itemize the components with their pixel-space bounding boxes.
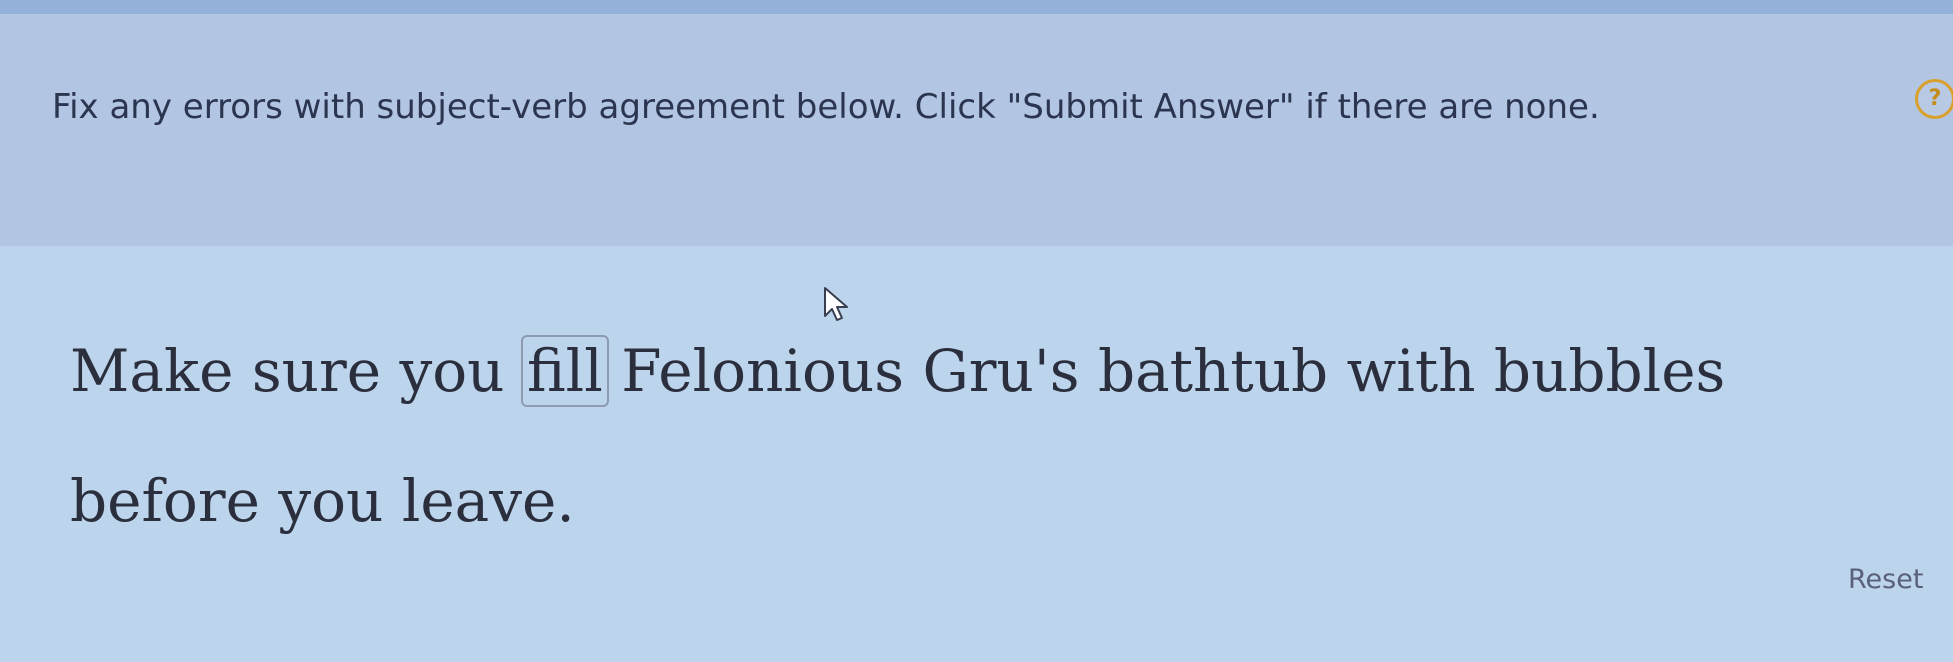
exercise-sentence: Make sure you fill Felonious Gru's batht… (70, 306, 1850, 566)
sentence-word[interactable]: Gru's (922, 337, 1079, 405)
question-circle-icon[interactable]: ? (1915, 79, 1953, 119)
sentence-word[interactable]: you (399, 337, 504, 405)
sentence-word-selected[interactable]: fill (520, 335, 609, 407)
top-edge (0, 0, 1953, 14)
sentence-word[interactable]: you (278, 467, 383, 535)
sentence-word[interactable]: Make (70, 337, 233, 405)
reset-button[interactable]: Reset (1848, 564, 1923, 595)
exercise-panel: Make sure you fill Felonious Gru's batht… (0, 246, 1953, 662)
sentence-word[interactable]: sure (252, 337, 381, 405)
sentence-word[interactable]: leave. (402, 467, 575, 535)
sentence-word[interactable]: Felonious (621, 337, 904, 405)
sentence-word[interactable]: bubbles (1494, 337, 1725, 405)
instructions-panel: Fix any errors with subject-verb agreeme… (0, 14, 1953, 246)
sentence-word[interactable]: with (1347, 337, 1476, 405)
mouse-pointer-icon (824, 287, 848, 321)
instruction-text: Fix any errors with subject-verb agreeme… (52, 87, 1600, 127)
sentence-word[interactable]: bathtub (1098, 337, 1328, 405)
sentence-word[interactable]: before (70, 467, 260, 535)
